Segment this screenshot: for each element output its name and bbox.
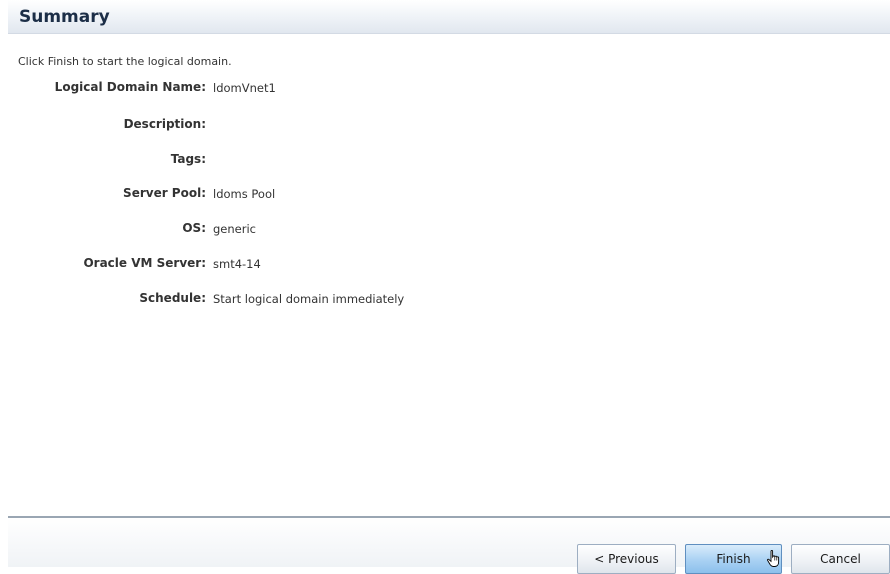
instruction-text: Click Finish to start the logical domain…: [18, 55, 232, 68]
field-value: ldomVnet1: [213, 81, 276, 95]
field-label: Schedule:: [139, 291, 206, 305]
field-row-logical-domain-name: Logical Domain Name: ldomVnet1: [8, 79, 868, 97]
panel-title: Summary: [19, 7, 110, 27]
field-value: Start logical domain immediately: [213, 292, 405, 306]
field-label: OS:: [182, 221, 206, 235]
field-label: Description:: [123, 117, 206, 131]
field-row-description: Description:: [8, 116, 868, 134]
previous-button[interactable]: < Previous: [577, 544, 676, 574]
cancel-button[interactable]: Cancel: [791, 544, 890, 574]
field-value: smt4-14: [213, 257, 261, 271]
hand-pointer-icon: [767, 550, 780, 567]
field-row-tags: Tags:: [8, 151, 868, 169]
field-row-schedule: Schedule: Start logical domain immediate…: [8, 290, 868, 308]
field-row-os: OS: generic: [8, 220, 868, 238]
wizard-footer: < Previous Finish Cancel: [8, 518, 890, 574]
field-value: ldoms Pool: [213, 187, 276, 201]
summary-header: Summary: [8, 0, 890, 34]
field-row-server-pool: Server Pool: ldoms Pool: [8, 185, 868, 203]
summary-panel: Click Finish to start the logical domain…: [8, 34, 890, 517]
field-label: Oracle VM Server:: [83, 256, 206, 270]
field-row-oracle-vm-server: Oracle VM Server: smt4-14: [8, 255, 868, 273]
field-label: Tags:: [170, 152, 206, 166]
field-label: Logical Domain Name:: [54, 80, 206, 94]
field-label: Server Pool:: [123, 186, 206, 200]
field-value: generic: [213, 222, 256, 236]
